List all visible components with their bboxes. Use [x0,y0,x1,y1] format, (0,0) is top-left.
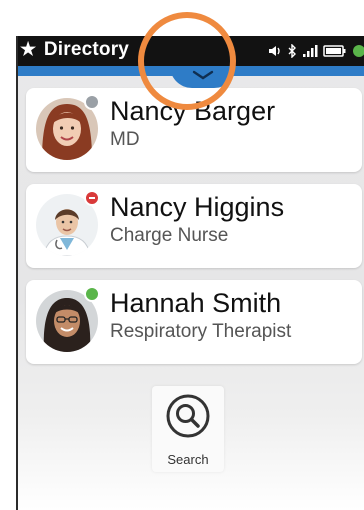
status-indicator [84,286,100,302]
volume-icon [269,46,280,56]
status-indicator [84,190,100,206]
battery-icon [323,45,346,57]
contact-card[interactable]: Hannah Smith Respiratory Therapist [26,280,362,364]
search-label: Search [167,452,209,467]
contact-role: Respiratory Therapist [110,321,292,342]
app-title: ★ Directory [20,39,129,61]
search-icon [166,394,210,438]
contact-card[interactable]: Nancy Higgins Charge Nurse [26,184,362,268]
star-icon: ★ [20,39,37,59]
search-button[interactable]: Search [152,386,224,472]
contact-name: Nancy Higgins [110,192,285,222]
status-icons [268,42,364,60]
bluetooth-icon [288,44,296,58]
highlight-ring [138,12,236,110]
contact-name: Hannah Smith [110,288,282,318]
contact-role: Charge Nurse [110,225,229,246]
app-title-label: Directory [43,39,130,60]
signal-icon [303,45,318,57]
status-indicator [84,94,100,110]
contact-role: MD [110,129,140,150]
status-dot-icon [353,45,364,57]
